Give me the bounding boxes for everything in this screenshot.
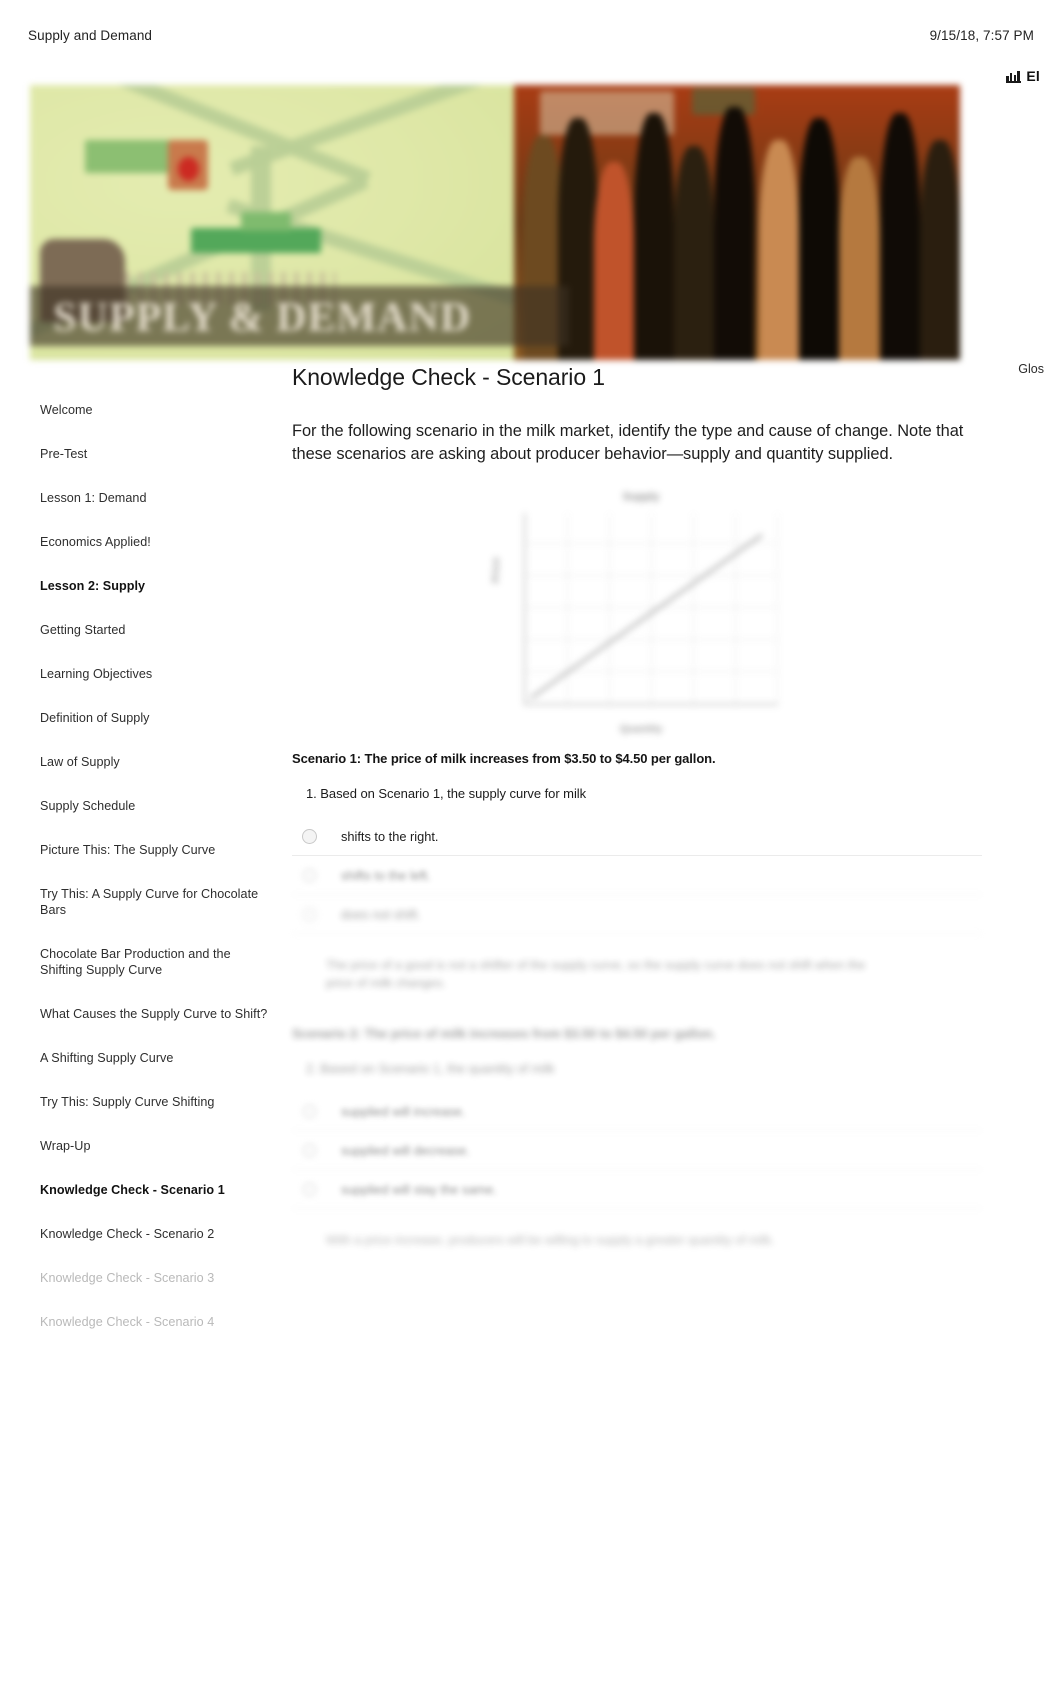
toolbar-badge-label: El xyxy=(1026,68,1040,84)
intro-paragraph: For the following scenario in the milk m… xyxy=(292,422,964,463)
print-header: Supply and Demand 9/15/18, 7:57 PM xyxy=(0,22,1062,48)
sidebar-item-try-this-supply-curve-shifting[interactable]: Try This: Supply Curve Shifting xyxy=(40,1080,271,1124)
chart-plot-area xyxy=(524,513,778,705)
sidebar-item-pre-test[interactable]: Pre-Test xyxy=(40,432,271,476)
option-row[interactable]: supplied will stay the same. xyxy=(292,1170,982,1209)
document-title: Supply and Demand xyxy=(28,27,153,43)
sidebar-item-lesson-2-supply[interactable]: Lesson 2: Supply xyxy=(40,564,271,608)
sidebar-item-wrap-up[interactable]: Wrap-Up xyxy=(40,1124,271,1168)
radio-button-icon[interactable] xyxy=(302,1142,317,1158)
scenario-1-block: Scenario 1: The price of milk increases … xyxy=(292,751,982,992)
chart-y-ticks xyxy=(506,513,522,705)
glossary-link[interactable]: Glos xyxy=(1018,362,1044,376)
sidebar-item-picture-this-supply-curve[interactable]: Picture This: The Supply Curve xyxy=(40,828,271,872)
course-sidebar-nav: Welcome Pre-Test Lesson 1: Demand Econom… xyxy=(0,388,285,1344)
course-banner-image: SUPPLY & DEMAND xyxy=(30,85,960,360)
option-label: does not shift. xyxy=(341,906,421,922)
sidebar-item-knowledge-check-scenario-2[interactable]: Knowledge Check - Scenario 2 xyxy=(40,1212,271,1256)
chart-y-axis-label: Price xyxy=(490,557,502,583)
scenario-1-question: 1. Based on Scenario 1, the supply curve… xyxy=(306,786,587,801)
chart-x-ticks xyxy=(524,709,778,721)
scenario-2-block: Scenario 2: The price of milk increases … xyxy=(292,1026,982,1249)
sidebar-item-law-of-supply[interactable]: Law of Supply xyxy=(40,740,271,784)
option-row[interactable]: does not shift. xyxy=(292,895,982,934)
sidebar-item-welcome[interactable]: Welcome xyxy=(40,388,271,432)
toolbar-badge[interactable]: El xyxy=(1006,68,1040,84)
radio-button-icon[interactable] xyxy=(302,828,317,844)
supply-curve-line xyxy=(530,533,763,700)
print-timestamp: 9/15/18, 7:57 PM xyxy=(929,27,1034,43)
option-row[interactable]: shifts to the right. xyxy=(292,817,982,856)
chart-title: Supply xyxy=(622,491,660,503)
sidebar-item-knowledge-check-scenario-4[interactable]: Knowledge Check - Scenario 4 xyxy=(40,1300,271,1344)
option-row[interactable]: supplied will increase. xyxy=(292,1092,982,1131)
sidebar-item-learning-objectives[interactable]: Learning Objectives xyxy=(40,652,271,696)
banner-crowd-graphic xyxy=(513,85,960,360)
option-row[interactable]: supplied will decrease. xyxy=(292,1131,982,1170)
scenario-2-feedback: With a price increase, producers will be… xyxy=(326,1233,775,1247)
page-root: Supply and Demand 9/15/18, 7:57 PM El SU… xyxy=(0,0,1062,1686)
sidebar-item-getting-started[interactable]: Getting Started xyxy=(40,608,271,652)
sidebar-item-definition-of-supply[interactable]: Definition of Supply xyxy=(40,696,271,740)
scenario-2-statement: Scenario 2: The price of milk increases … xyxy=(292,1026,716,1041)
sidebar-item-what-causes-shift[interactable]: What Causes the Supply Curve to Shift? xyxy=(40,992,271,1036)
scenario-2-options: supplied will increase. supplied will de… xyxy=(292,1092,982,1209)
main-content: Knowledge Check - Scenario 1 For the fol… xyxy=(292,362,982,1249)
radio-button-icon[interactable] xyxy=(302,906,317,922)
sidebar-item-economics-applied[interactable]: Economics Applied! xyxy=(40,520,271,564)
sidebar-item-knowledge-check-scenario-3[interactable]: Knowledge Check - Scenario 3 xyxy=(40,1256,271,1300)
scenario-2-question: 2. Based on Scenario 1, the quantity of … xyxy=(306,1061,555,1076)
sidebar-item-a-shifting-supply-curve[interactable]: A Shifting Supply Curve xyxy=(40,1036,271,1080)
sidebar-item-knowledge-check-scenario-1[interactable]: Knowledge Check - Scenario 1 xyxy=(40,1168,271,1212)
radio-button-icon[interactable] xyxy=(302,1103,317,1119)
option-label: supplied will stay the same. xyxy=(341,1181,497,1197)
banner-title: SUPPLY & DEMAND xyxy=(53,295,472,342)
option-label: shifts to the right. xyxy=(341,828,439,844)
sidebar-item-chocolate-bar-production[interactable]: Chocolate Bar Production and the Shiftin… xyxy=(40,932,271,992)
supply-curve-figure: Supply Price Quantity xyxy=(292,487,982,745)
sidebar-item-try-this-chocolate-bars[interactable]: Try This: A Supply Curve for Chocolate B… xyxy=(40,872,271,932)
sidebar-item-supply-schedule[interactable]: Supply Schedule xyxy=(40,784,271,828)
scenario-1-options: shifts to the right. shifts to the left.… xyxy=(292,817,982,934)
radio-button-icon[interactable] xyxy=(302,1181,317,1197)
scenario-1-statement: Scenario 1: The price of milk increases … xyxy=(292,751,716,766)
option-label: shifts to the left. xyxy=(341,867,431,883)
page-title: Knowledge Check - Scenario 1 xyxy=(292,364,605,390)
chart-x-axis-label: Quantity xyxy=(619,723,663,735)
bar-chart-icon xyxy=(1006,70,1022,83)
radio-button-icon[interactable] xyxy=(302,867,317,883)
scenario-1-feedback: The price of a good is not a shifter of … xyxy=(326,958,866,990)
option-label: supplied will decrease. xyxy=(341,1142,470,1158)
option-label: supplied will increase. xyxy=(341,1103,466,1119)
sidebar-item-lesson-1-demand[interactable]: Lesson 1: Demand xyxy=(40,476,271,520)
option-row[interactable]: shifts to the left. xyxy=(292,856,982,895)
